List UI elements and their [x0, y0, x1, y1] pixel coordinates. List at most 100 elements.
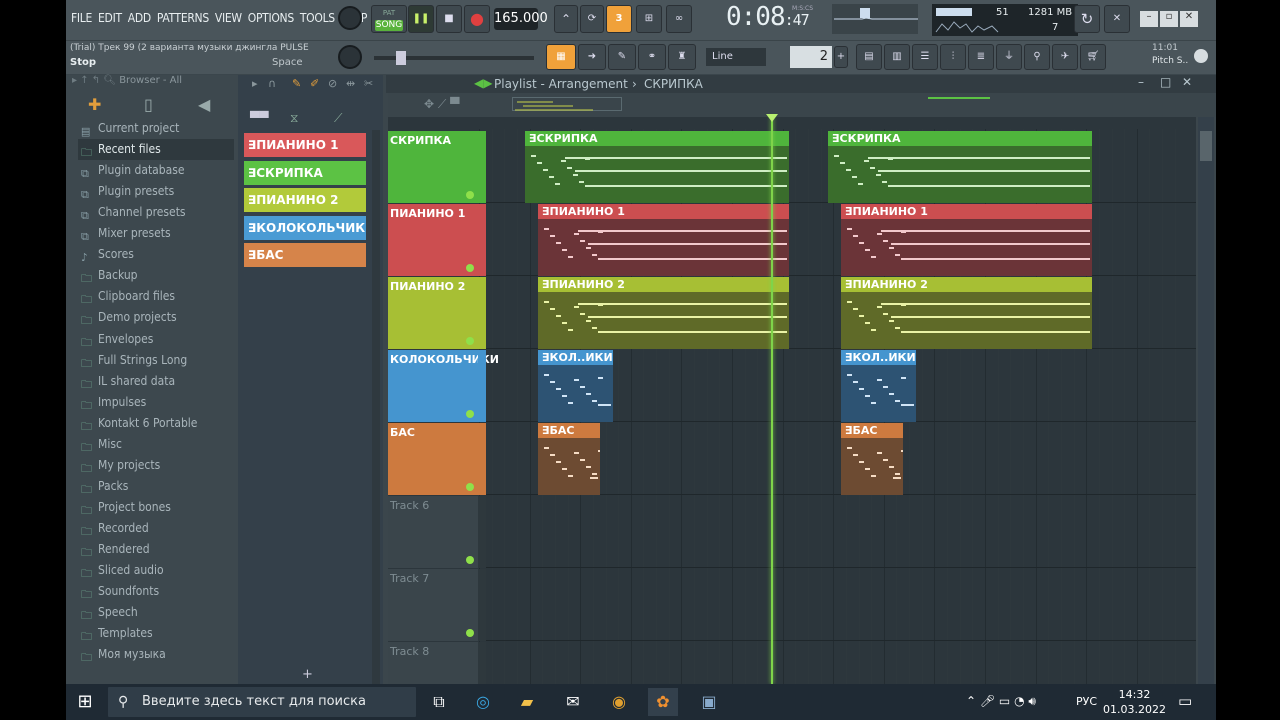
- browser-plus-icon[interactable]: ✚: [88, 95, 101, 114]
- menu-item-tools[interactable]: TOOLS: [300, 11, 335, 25]
- master-pitch-knob[interactable]: [338, 45, 362, 69]
- browser-item[interactable]: 🗀︎ Packs: [78, 476, 234, 497]
- record-button[interactable]: ●: [464, 5, 490, 33]
- track-enable-led[interactable]: [466, 337, 474, 345]
- playlist-clip[interactable]: ∃КОЛ..ИКИ: [841, 350, 916, 422]
- browser-item[interactable]: 🗀︎ Misc: [78, 434, 234, 455]
- pattern-item[interactable]: ∃ПИАНИНО 2: [244, 188, 366, 213]
- browser-item[interactable]: ▤ Current project: [78, 118, 234, 139]
- menu-item-view[interactable]: VIEW: [215, 11, 242, 25]
- browser-item[interactable]: 🗀︎ Templates: [78, 623, 234, 644]
- playlist-clip[interactable]: ∃БАС: [538, 423, 600, 495]
- metronome-icon[interactable]: ⌃: [554, 5, 578, 33]
- mute-icon[interactable]: ⊘: [328, 77, 337, 90]
- language-indicator[interactable]: РУС: [1076, 695, 1097, 708]
- brush-icon[interactable]: ✐: [310, 77, 319, 90]
- playhead[interactable]: [771, 117, 773, 684]
- plugin-icon[interactable]: ⏚: [996, 44, 1022, 70]
- arrow-tool-icon[interactable]: ➜: [578, 44, 606, 70]
- browser-item[interactable]: ♪ Scores: [78, 244, 234, 265]
- browser-item[interactable]: 🗀︎ Backup: [78, 265, 234, 286]
- track-header[interactable]: Track 6: [388, 496, 486, 568]
- track-enable-led[interactable]: [466, 556, 474, 564]
- pattern-picker-icon[interactable]: ▀▀: [250, 111, 268, 125]
- playhead-marker[interactable]: [766, 114, 778, 122]
- playlist-clip[interactable]: ∃СКРИПКА: [828, 131, 1092, 203]
- browser-item[interactable]: 🗀︎ IL shared data: [78, 371, 234, 392]
- play-icon[interactable]: ◀▶: [474, 76, 492, 90]
- menu-item-edit[interactable]: EDIT: [98, 11, 122, 25]
- pattern-item[interactable]: ∃СКРИПКА: [244, 160, 366, 185]
- browser-item[interactable]: 🗀︎ Impulses: [78, 392, 234, 413]
- browser-item[interactable]: 🗀︎ Recorded: [78, 518, 234, 539]
- mail-icon[interactable]: ✉: [558, 688, 588, 716]
- scroll-thumb[interactable]: [1200, 131, 1212, 161]
- taskbar-clock[interactable]: 14:32 01.03.2022: [1103, 687, 1166, 717]
- slip-icon[interactable]: ⇹: [346, 77, 355, 90]
- snap-select[interactable]: Line: [706, 48, 766, 66]
- link-tool-icon[interactable]: ⚭: [638, 44, 666, 70]
- browser-item[interactable]: 🗀︎ Recent files: [78, 139, 234, 161]
- globe-icon[interactable]: [1194, 49, 1208, 63]
- browser-item[interactable]: ⧉ Plugin database: [78, 160, 234, 181]
- browser-item[interactable]: ⧉ Channel presets: [78, 202, 234, 223]
- chrome-icon[interactable]: ◉: [604, 688, 634, 716]
- browser-item[interactable]: 🗀︎ Full Strings Long: [78, 350, 234, 371]
- browser-item[interactable]: ⧉ Mixer presets: [78, 223, 234, 244]
- track-header[interactable]: Track 7: [388, 569, 486, 641]
- overview-icon[interactable]: ✥ ⟋ ▀: [424, 97, 459, 112]
- track-header[interactable]: Track 8: [388, 642, 486, 684]
- playlist-mode-icon[interactable]: ▦: [546, 44, 576, 70]
- browser-file-icon[interactable]: ▯: [144, 95, 153, 114]
- track-enable-led[interactable]: [466, 410, 474, 418]
- step-value[interactable]: 2: [790, 46, 832, 68]
- sliders-icon[interactable]: ≣: [968, 44, 994, 70]
- flstudio-taskbar-icon[interactable]: ✿: [648, 688, 678, 716]
- notification-icon[interactable]: ▭: [1178, 692, 1192, 710]
- app-taskbar-icon[interactable]: ▣: [694, 688, 724, 716]
- playlist-scrollbar[interactable]: [1198, 117, 1214, 684]
- pattern-item[interactable]: ∃КОЛОКОЛЬЧИКИ: [244, 215, 366, 240]
- browser-item[interactable]: 🗀︎ Sliced audio: [78, 560, 234, 581]
- browser-icon[interactable]: ⚲: [1024, 44, 1050, 70]
- track-enable-led[interactable]: [466, 629, 474, 637]
- edge-icon[interactable]: ◎: [468, 688, 498, 716]
- track-enable-led[interactable]: [466, 483, 474, 491]
- pause-button[interactable]: ❚❚: [408, 5, 434, 33]
- pattern-item[interactable]: ∃БАС: [244, 243, 366, 268]
- taskbar-search[interactable]: ⚲ Введите здесь текст для поиска: [108, 687, 416, 717]
- tray-icons[interactable]: ⌃ 🎤︎ ▭ ◔ 🔊︎: [966, 694, 1036, 709]
- playlist-clip[interactable]: ∃КОЛ..ИКИ: [538, 350, 613, 422]
- track-header[interactable]: ПИАНИНО 2: [388, 277, 486, 349]
- restore-button[interactable]: ▫: [1160, 11, 1178, 27]
- menu-item-options[interactable]: OPTIONS: [248, 11, 294, 25]
- browser-item[interactable]: 🗀︎ Soundfonts: [78, 581, 234, 602]
- playlist-clip[interactable]: ∃ПИАНИНО 2: [841, 277, 1092, 349]
- browser-item[interactable]: 🗀︎ Моя музыка: [78, 644, 234, 665]
- catalog-icon[interactable]: ✈: [1052, 44, 1078, 70]
- add-pattern-button[interactable]: +: [302, 667, 313, 682]
- stamp-tool-icon[interactable]: ♜: [668, 44, 696, 70]
- track-header[interactable]: КОЛОКОЛЬЧИКИ: [388, 350, 499, 422]
- pat-song-toggle[interactable]: PAT SONG: [371, 5, 407, 33]
- browser-item[interactable]: 🗀︎ Envelopes: [78, 329, 234, 350]
- explorer-icon[interactable]: ▰: [512, 688, 542, 716]
- playlist-close-icon[interactable]: ✕: [1182, 75, 1192, 89]
- track-header[interactable]: СКРИПКА: [388, 131, 486, 203]
- playlist-clip[interactable]: ∃ПИАНИНО 1: [841, 204, 1092, 276]
- browser-item[interactable]: 🗀︎ Clipboard files: [78, 286, 234, 307]
- overview-scroll[interactable]: [512, 97, 622, 111]
- pattern-item[interactable]: ∃ПИАНИНО 1: [244, 133, 366, 157]
- tips-icon[interactable]: ✕: [1104, 5, 1130, 33]
- online-update-icon[interactable]: ↻: [1074, 5, 1100, 33]
- piano-roll-icon[interactable]: ▥: [884, 44, 910, 70]
- audio-picker-icon[interactable]: ⧖: [290, 111, 298, 126]
- mixer-icon[interactable]: ⫶: [940, 44, 966, 70]
- playlist-clip[interactable]: ∃СКРИПКА: [525, 131, 789, 203]
- menu-item-add[interactable]: ADD: [128, 11, 151, 25]
- playlist-maximize-icon[interactable]: □: [1160, 75, 1171, 89]
- browser-speaker-icon[interactable]: ◀: [198, 95, 210, 114]
- browser-item[interactable]: 🗀︎ My projects: [78, 455, 234, 476]
- loop-record-icon[interactable]: ∞: [666, 5, 692, 33]
- step-plus-button[interactable]: +: [834, 46, 848, 68]
